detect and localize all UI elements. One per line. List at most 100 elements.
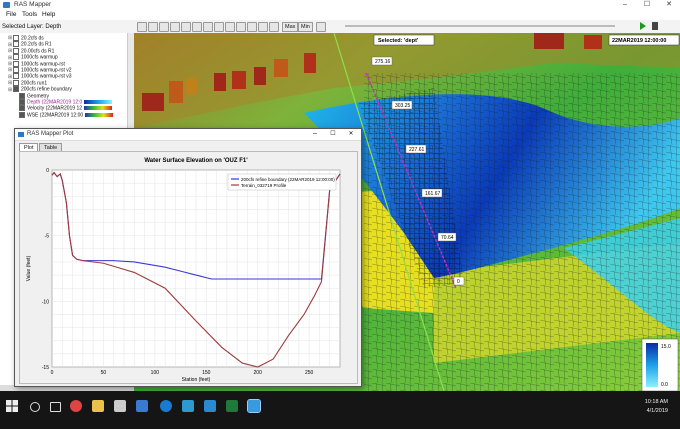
- layer-item[interactable]: ⊞ 1000cfs warmup-rst v2: [8, 67, 72, 73]
- play-icon[interactable]: [640, 22, 646, 30]
- selected-layer-text: Selected: 'dept': [378, 38, 419, 44]
- identify-icon[interactable]: [225, 22, 235, 32]
- building: [584, 35, 602, 49]
- building: [274, 59, 288, 77]
- zoom-out-icon[interactable]: [170, 22, 180, 32]
- layer-color-ramp: [84, 100, 113, 104]
- layer-item[interactable]: Depth (22MAR2019 12:0: [14, 99, 113, 105]
- x-tick-label: 150: [202, 370, 211, 376]
- layer-item[interactable]: ⊞ 1000cfs warmup: [8, 54, 58, 61]
- selected-layer-label: Selected Layer: Depth: [2, 24, 62, 30]
- plot-area[interactable]: 0 50 100 150 200 250 0 -5 -10 -15 Water Surface El…: [19, 151, 358, 384]
- building: [214, 73, 226, 91]
- layer-item[interactable]: Velocity (22MAR2019 12: [14, 105, 113, 112]
- depth-legend-ramp: [646, 343, 658, 387]
- layer-checkbox[interactable]: [13, 47, 19, 54]
- layer-checkbox[interactable]: [19, 92, 25, 99]
- layer-checkbox[interactable]: [13, 73, 19, 80]
- building: [304, 53, 316, 73]
- wse-chart: 0 50 100 150 200 250 0 -5 -10 -15 Water Surface El…: [26, 158, 341, 383]
- x-tick-label: 0: [51, 370, 54, 376]
- stop-icon[interactable]: [652, 22, 658, 30]
- close-button[interactable]: ✕: [658, 0, 680, 10]
- layer-color-ramp: [85, 112, 114, 117]
- layer-item[interactable]: ⊞ 20.2cfs ds: [8, 35, 44, 41]
- plot-window: RAS Mapper Plot – ☐ ✕ Plot Table 0 50 100 1…: [14, 128, 362, 387]
- chart-title: Water Surface Elevation on 'OUZ F1': [144, 158, 248, 164]
- settings-icon[interactable]: [269, 22, 279, 32]
- layer-item[interactable]: Geometry: [14, 92, 49, 99]
- measure-icon[interactable]: [192, 22, 202, 32]
- taskbar-clock[interactable]: 10:18 AM 4/1/2019: [645, 398, 668, 416]
- y-tick-label: -5: [45, 234, 50, 240]
- search-icon[interactable]: [30, 402, 40, 412]
- pan-tool-icon[interactable]: [148, 22, 158, 32]
- layer-item[interactable]: ⊞ 200cfs refine boundary: [8, 86, 72, 93]
- min-button[interactable]: Min: [298, 22, 313, 32]
- layer-checkbox[interactable]: [13, 67, 19, 73]
- y-tick-label: -15: [42, 365, 49, 371]
- ras-mapper-icon[interactable]: [204, 400, 216, 412]
- ras-mapper-active-icon[interactable]: [247, 399, 261, 413]
- app-icon: [3, 2, 10, 8]
- maximize-button[interactable]: ☐: [636, 0, 658, 10]
- building: [534, 33, 564, 49]
- plot-icon[interactable]: [247, 22, 257, 32]
- menu-file[interactable]: File: [6, 11, 16, 18]
- profile-label: 70.64: [441, 235, 454, 241]
- x-axis-label: Station (feet): [182, 377, 211, 383]
- layer-checkbox[interactable]: [13, 54, 19, 61]
- layer-checkbox[interactable]: [19, 99, 25, 105]
- animation-icon[interactable]: [258, 22, 268, 32]
- file-explorer-icon[interactable]: [92, 400, 104, 412]
- building: [232, 71, 246, 89]
- windows-start-icon[interactable]: [6, 400, 18, 412]
- taskbar: 10:18 AM 4/1/2019: [0, 391, 680, 429]
- layer-item[interactable]: ⊞ 1000cfs warmup-rst v3: [8, 73, 72, 80]
- layer-checkbox[interactable]: [13, 86, 19, 93]
- layer-item[interactable]: ⊞ 20.00cfs ds R1: [8, 47, 54, 54]
- building: [254, 67, 266, 85]
- plot-close-button[interactable]: ✕: [343, 130, 359, 139]
- plot-minimize-button[interactable]: –: [307, 130, 323, 139]
- forward-arrow-icon[interactable]: [214, 22, 224, 32]
- layer-checkbox[interactable]: [13, 60, 19, 67]
- zoom-in-icon[interactable]: [159, 22, 169, 32]
- minimize-button[interactable]: –: [614, 0, 636, 10]
- task-view-icon[interactable]: [50, 402, 61, 412]
- select-tool-icon[interactable]: [137, 22, 147, 32]
- back-arrow-icon[interactable]: [203, 22, 213, 32]
- legend-entry: 200cfs refine boundary (22MAR2019 12:00:…: [241, 177, 335, 182]
- max-button[interactable]: Max: [282, 22, 299, 32]
- plot-window-icon: [18, 132, 24, 137]
- ras-icon[interactable]: [182, 400, 194, 412]
- layer-checkbox[interactable]: [13, 79, 19, 86]
- app-icon[interactable]: [136, 400, 148, 412]
- timestamp-text: 22MAR2019 12:00:00: [612, 38, 666, 44]
- time-back-icon[interactable]: [316, 22, 326, 32]
- full-extent-icon[interactable]: [181, 22, 191, 32]
- profile-label: 161.67: [425, 191, 441, 197]
- plot-maximize-button[interactable]: ☐: [325, 130, 341, 139]
- layer-item[interactable]: ⊞ 20.2cfs ds R1: [8, 41, 52, 48]
- x-tick-label: 50: [101, 370, 107, 376]
- layer-item[interactable]: ⊞ 200cfs run1: [8, 79, 47, 86]
- layer-checkbox[interactable]: [19, 111, 25, 118]
- excel-icon[interactable]: [226, 400, 238, 412]
- app-icon[interactable]: [114, 400, 126, 412]
- profile-label: 0: [457, 279, 460, 285]
- menu-help[interactable]: Help: [42, 11, 55, 18]
- layer-checkbox[interactable]: [13, 41, 19, 48]
- chrome-icon[interactable]: [70, 400, 82, 412]
- edge-icon[interactable]: [160, 400, 172, 412]
- menu-tools[interactable]: Tools: [22, 11, 37, 18]
- layer-icon[interactable]: [236, 22, 246, 32]
- profile-label: 275.16: [375, 59, 391, 65]
- layer-checkbox[interactable]: [19, 105, 25, 112]
- layer-item[interactable]: ⊞ 1000cfs warmup-rst: [8, 60, 65, 67]
- legend-min: 0.0: [661, 382, 668, 388]
- y-axis-label: Value (feet): [26, 255, 32, 281]
- layer-checkbox[interactable]: [13, 35, 19, 41]
- time-slider-track[interactable]: [345, 25, 615, 27]
- layer-item[interactable]: WSE (22MAR2019 12:00: [14, 111, 114, 118]
